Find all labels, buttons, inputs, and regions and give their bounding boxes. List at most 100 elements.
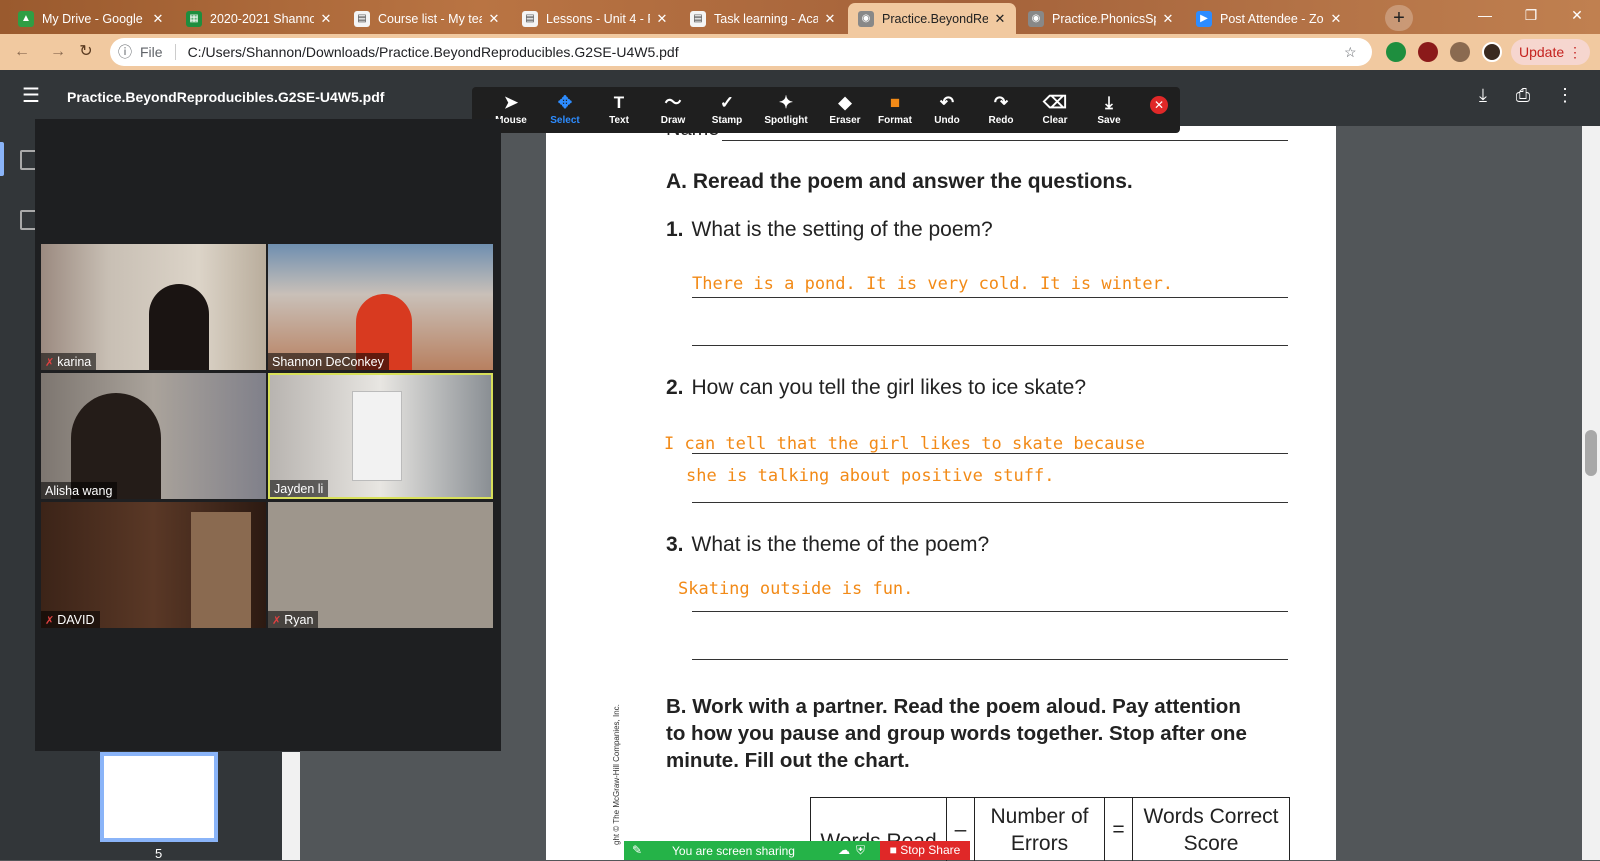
address-bar[interactable]: ⓘ File C:/Users/Shannon/Downloads/Practi… [110, 38, 1372, 66]
participant-tile[interactable]: ✗ Ryan [268, 502, 493, 628]
answer-1: There is a pond. It is very cold. It is … [692, 274, 1174, 294]
document-icon: ▤ [522, 10, 538, 27]
trash-icon: ⌫ [1042, 93, 1068, 112]
annotation-toolbar: ➤ Mouse ✥ Select T Text 〜 Draw ✓ Stamp ✦ Spotl… [472, 87, 1180, 133]
participant-tile[interactable]: Shannon DeConkey [268, 244, 493, 370]
extension-green-icon[interactable] [1386, 42, 1406, 62]
zoom-icon: ▶ [1196, 10, 1212, 27]
profile-avatar[interactable] [1482, 42, 1502, 62]
forward-icon[interactable]: → [46, 40, 70, 64]
answer-line [692, 453, 1288, 454]
tool-format[interactable]: ■ Format [868, 91, 922, 131]
participant-video [149, 284, 209, 370]
copyright-text: ght © The McGraw-Hill Companies, Inc. [612, 704, 621, 845]
scrollbar-thumb[interactable] [1585, 430, 1597, 476]
bookmark-star-icon[interactable]: ☆ [1344, 44, 1372, 61]
tab-zoom-post-attendee[interactable]: ▶ Post Attendee - Zoo ✕ [1186, 3, 1352, 34]
google-sheets-icon: ▦ [186, 10, 202, 27]
participant-tile[interactable]: Alisha wang [41, 373, 266, 499]
share-icon: ✎ [632, 843, 643, 857]
tool-stamp[interactable]: ✓ Stamp [700, 91, 754, 131]
tool-save[interactable]: ⤓ Save [1082, 91, 1136, 131]
browser-tab-strip: ▲ My Drive - Google D ✕ ▦ 2020-2021 Shan… [0, 0, 1600, 34]
globe-icon: ◉ [1028, 10, 1044, 27]
chart-equals: = [1105, 798, 1133, 861]
participant-tile-active-speaker[interactable]: Jayden li [268, 373, 493, 499]
close-icon[interactable]: ✕ [822, 11, 838, 27]
tool-undo[interactable]: ↶ Undo [920, 91, 974, 131]
answer-3: Skating outside is fun. [678, 579, 914, 599]
tool-draw[interactable]: 〜 Draw [646, 91, 700, 131]
ublock-icon[interactable] [1418, 42, 1438, 62]
scheme-label: File [140, 44, 163, 60]
new-tab-button[interactable]: + [1385, 5, 1413, 31]
restore-icon[interactable]: ❐ [1508, 0, 1554, 30]
participant-tile[interactable]: ✗ DAVID [41, 502, 266, 628]
tab-course-list[interactable]: ▤ Course list - My tea ✕ [344, 3, 510, 34]
window-close-icon[interactable]: ✕ [1554, 0, 1600, 30]
menu-icon[interactable]: ☰ [22, 84, 46, 108]
draw-icon: 〜 [664, 93, 682, 112]
video-gallery: ✗ karina Shannon DeConkey Alisha wang Jay… [35, 119, 501, 751]
close-icon[interactable]: ✕ [486, 11, 502, 27]
tool-eraser[interactable]: ◆ Eraser [818, 91, 872, 131]
update-button[interactable]: Update ⋮ [1511, 39, 1590, 65]
close-icon[interactable]: ✕ [1160, 11, 1176, 27]
page-thumbnail[interactable] [100, 752, 218, 842]
close-icon[interactable]: ✕ [992, 11, 1008, 27]
answer-line [692, 611, 1288, 612]
cursor-icon: ➤ [503, 93, 519, 112]
close-annotation-icon[interactable]: ✕ [1150, 96, 1168, 114]
close-icon[interactable]: ✕ [318, 11, 334, 27]
tab-my-drive[interactable]: ▲ My Drive - Google D ✕ [8, 3, 174, 34]
question-1: 1. What is the setting of the poem? [666, 218, 993, 241]
download-icon[interactable]: ⤓ [1470, 85, 1496, 111]
tab-practice-beyond[interactable]: ◉ Practice.BeyondRep ✕ [848, 3, 1016, 34]
move-icon: ✥ [557, 93, 573, 112]
url-text[interactable]: C:/Users/Shannon/Downloads/Practice.Beyo… [188, 44, 1344, 60]
share-status: You are screen sharing [672, 844, 795, 858]
stamp-icon: ✓ [719, 93, 735, 112]
answer-line [692, 502, 1288, 503]
close-icon[interactable]: ✕ [1328, 11, 1344, 27]
eraser-icon: ◆ [838, 93, 852, 112]
tab-task-learning[interactable]: ▤ Task learning - Acad ✕ [680, 3, 846, 34]
tool-redo[interactable]: ↷ Redo [974, 91, 1028, 131]
stop-share-button[interactable]: ■ Stop Share [880, 841, 970, 860]
google-drive-icon: ▲ [18, 10, 34, 27]
back-icon[interactable]: ← [10, 40, 34, 64]
participant-video [352, 391, 402, 481]
tab-lessons[interactable]: ▤ Lessons - Unit 4 - Pr ✕ [512, 3, 678, 34]
close-icon[interactable]: ✕ [654, 11, 670, 27]
tool-select[interactable]: ✥ Select [538, 91, 592, 131]
extensions-puzzle-icon[interactable] [1450, 42, 1470, 62]
thumbnail-page-number: 5 [155, 846, 163, 861]
tab-practice-phonics[interactable]: ◉ Practice.PhonicsSpe ✕ [1018, 3, 1184, 34]
answer-line [692, 659, 1288, 660]
tab-sheets[interactable]: ▦ 2020-2021 Shannon ✕ [176, 3, 342, 34]
sidebar-scrollbar[interactable] [282, 752, 300, 860]
close-icon[interactable]: ✕ [150, 11, 166, 27]
mic-muted-icon: ✗ [45, 357, 55, 369]
text-icon: T [613, 93, 625, 112]
browser-toolbar: ← → ↻ ⓘ File C:/Users/Shannon/Downloads/… [0, 34, 1600, 70]
tool-spotlight[interactable]: ✦ Spotlight [756, 91, 816, 131]
tool-clear[interactable]: ⌫ Clear [1028, 91, 1082, 131]
question-2: 2. How can you tell the girl likes to ice… [666, 376, 1087, 399]
answer-line [692, 297, 1288, 298]
document-icon: ▤ [354, 10, 370, 27]
info-icon[interactable]: ⓘ [118, 42, 140, 62]
document-icon: ▤ [690, 10, 706, 27]
more-vert-icon[interactable]: ⋮ [1552, 85, 1578, 111]
tool-text[interactable]: T Text [592, 91, 646, 131]
print-icon[interactable]: ⎙ [1510, 85, 1536, 111]
answer-2-line-1: I can tell that the girl likes to skate … [664, 434, 1146, 454]
redo-icon: ↷ [993, 93, 1009, 112]
document-scrollbar[interactable] [1582, 126, 1600, 860]
participant-tile[interactable]: ✗ karina [41, 244, 266, 370]
answer-2-line-2: she is talking about positive stuff. [686, 466, 1055, 486]
reload-icon[interactable]: ↻ [74, 40, 98, 64]
section-b-heading: B. Work with a partner. Read the poem al… [666, 695, 1247, 772]
spotlight-icon: ✦ [778, 93, 794, 112]
minimize-icon[interactable]: — [1462, 0, 1508, 30]
